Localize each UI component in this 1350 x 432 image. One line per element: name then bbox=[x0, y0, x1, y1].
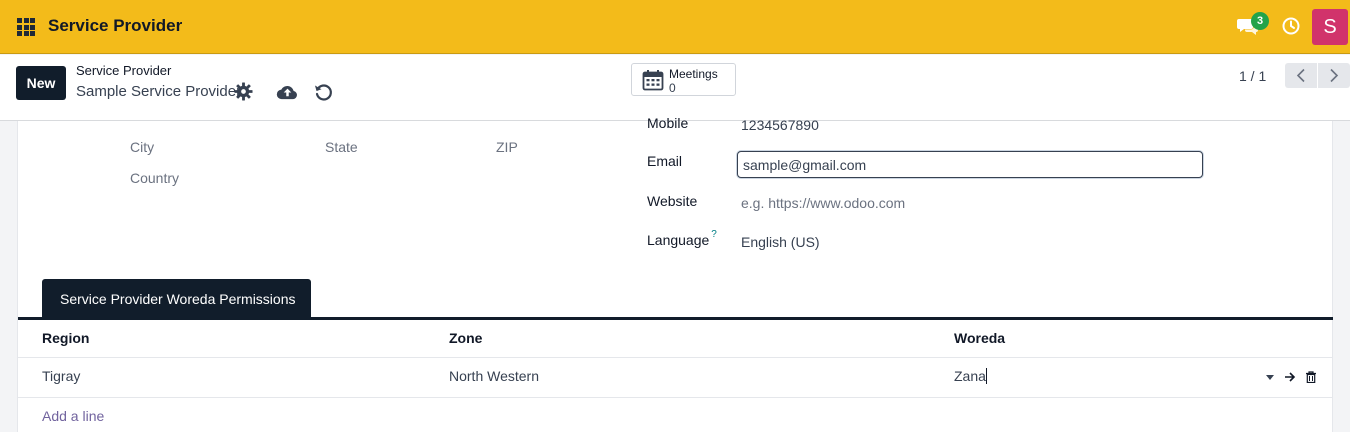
website-label: Website bbox=[647, 193, 698, 209]
apps-menu-icon[interactable] bbox=[17, 18, 35, 36]
country-field[interactable]: Country bbox=[130, 170, 179, 186]
new-button[interactable]: New bbox=[16, 66, 66, 100]
cell-woreda-text: Zana bbox=[954, 368, 986, 384]
chevron-left-icon bbox=[1296, 68, 1305, 83]
cell-region[interactable]: Tigray bbox=[42, 368, 80, 384]
email-label: Email bbox=[647, 153, 683, 169]
breadcrumb-current: Sample Service Provider bbox=[76, 83, 242, 100]
top-navbar: Service Provider 3 S bbox=[0, 0, 1350, 54]
message-count-badge: 3 bbox=[1251, 12, 1269, 30]
column-header-woreda[interactable]: Woreda bbox=[954, 330, 1005, 346]
text-cursor bbox=[985, 368, 987, 384]
cell-zone[interactable]: North Western bbox=[449, 368, 539, 384]
language-label: Language? bbox=[647, 229, 717, 248]
cell-woreda[interactable]: Zana bbox=[954, 368, 987, 384]
meetings-count: 0 bbox=[669, 81, 676, 95]
add-line-link[interactable]: Add a line bbox=[42, 408, 104, 424]
pager-value[interactable]: 1 / 1 bbox=[1239, 68, 1266, 84]
tab-woreda-permissions[interactable]: Service Provider Woreda Permissions bbox=[42, 279, 311, 317]
header-divider bbox=[18, 357, 1333, 358]
cloud-upload-icon[interactable] bbox=[276, 82, 299, 101]
column-header-zone[interactable]: Zone bbox=[449, 330, 482, 346]
meetings-smart-button[interactable]: Meetings 0 bbox=[631, 63, 736, 96]
pager-next-button[interactable] bbox=[1318, 63, 1350, 88]
breadcrumb-parent[interactable]: Service Provider bbox=[76, 63, 171, 78]
column-header-region[interactable]: Region bbox=[42, 330, 89, 346]
dropdown-caret-icon[interactable] bbox=[1264, 371, 1276, 383]
city-field[interactable]: City bbox=[130, 139, 154, 155]
pager-previous-button[interactable] bbox=[1285, 63, 1317, 88]
website-field[interactable]: e.g. https://www.odoo.com bbox=[741, 195, 905, 211]
arrow-right-icon[interactable] bbox=[1284, 371, 1296, 383]
control-panel: New Service Provider Sample Service Prov… bbox=[0, 55, 1350, 121]
mobile-field[interactable]: 1234567890 bbox=[741, 117, 819, 133]
email-field[interactable] bbox=[737, 151, 1203, 178]
row-divider bbox=[18, 397, 1333, 398]
trash-icon[interactable] bbox=[1305, 371, 1317, 383]
tab-underline bbox=[18, 317, 1333, 320]
activity-clock-icon[interactable] bbox=[1282, 17, 1300, 35]
form-sheet: City State ZIP Country Mobile 1234567890… bbox=[17, 115, 1333, 432]
state-field[interactable]: State bbox=[325, 139, 358, 155]
gear-icon[interactable] bbox=[234, 82, 253, 101]
mobile-label: Mobile bbox=[647, 115, 689, 131]
language-field[interactable]: English (US) bbox=[741, 234, 820, 250]
meetings-label: Meetings bbox=[669, 67, 718, 81]
language-help-icon[interactable]: ? bbox=[711, 229, 717, 240]
zip-field[interactable]: ZIP bbox=[496, 139, 518, 155]
calendar-icon bbox=[642, 70, 664, 91]
discard-changes-icon[interactable] bbox=[313, 82, 333, 102]
user-avatar[interactable]: S bbox=[1312, 9, 1348, 45]
language-label-text: Language bbox=[647, 232, 710, 248]
chevron-right-icon bbox=[1330, 68, 1339, 83]
app-title[interactable]: Service Provider bbox=[48, 16, 182, 36]
